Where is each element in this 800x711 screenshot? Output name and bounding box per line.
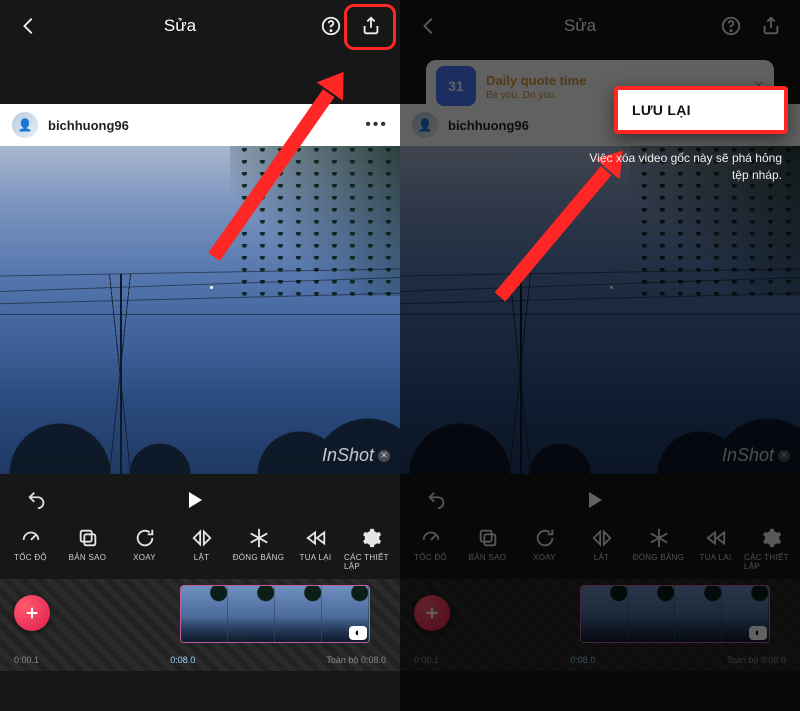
share-icon[interactable] <box>354 9 388 43</box>
screen-left: Sửa 👤 bichhuong96 ••• <box>0 0 400 711</box>
clip-handle-icon[interactable]: ◐ <box>349 626 367 640</box>
timeline[interactable]: ◐ 0:00.1 0:08.0 Toàn bộ 0:08.0 <box>400 579 800 671</box>
watermark[interactable]: InShot✕ <box>322 445 390 466</box>
help-icon[interactable] <box>314 9 348 43</box>
back-icon[interactable] <box>412 9 446 43</box>
video-preview[interactable]: InShot✕ <box>0 146 400 474</box>
editor-header: Sửa <box>0 0 400 52</box>
tool-speed[interactable]: TỐC ĐỘ <box>402 527 459 571</box>
avatar: 👤 <box>12 112 38 138</box>
save-popup[interactable]: LƯU LẠI <box>614 86 788 134</box>
tool-rotate[interactable]: XOAY <box>116 527 173 571</box>
banner-subtitle: Be you. Do you. <box>486 90 586 101</box>
playback-row <box>400 474 800 521</box>
watermark[interactable]: InShot✕ <box>722 445 790 466</box>
banner-title: Daily quote time <box>486 73 586 88</box>
undo-icon[interactable] <box>426 489 448 516</box>
page-title: Sửa <box>564 16 596 36</box>
timeline[interactable]: ◐ 0:00.1 0:08.0 Toàn bộ 0:08.0 <box>0 579 400 671</box>
tool-freeze[interactable]: ĐÓNG BĂNG <box>230 527 287 571</box>
playback-row <box>0 474 400 521</box>
add-clip-button[interactable] <box>414 595 450 631</box>
tool-copy[interactable]: BẢN SAO <box>459 527 516 571</box>
delete-warning: Việc xóa video gốc này sẽ phá hỏng tệp n… <box>582 150 782 184</box>
tool-rotate[interactable]: XOAY <box>516 527 573 571</box>
tool-settings[interactable]: CÁC THIẾT LẬP <box>344 527 400 571</box>
clip[interactable]: ◐ <box>580 585 770 643</box>
post-more-icon[interactable]: ••• <box>365 116 388 134</box>
username: bichhuong96 <box>48 118 129 133</box>
add-clip-button[interactable] <box>14 595 50 631</box>
tool-strip: TỐC ĐỘ BẢN SAO XOAY LẬT ĐÓNG BĂNG TUA LẠ… <box>400 521 800 573</box>
play-button[interactable] <box>582 488 606 517</box>
tool-freeze[interactable]: ĐÓNG BĂNG <box>630 527 687 571</box>
tool-flip[interactable]: LẬT <box>173 527 230 571</box>
clip[interactable]: ◐ <box>180 585 370 643</box>
back-icon[interactable] <box>12 9 46 43</box>
calendar-icon: 31 <box>436 66 476 106</box>
undo-icon[interactable] <box>26 489 48 516</box>
tool-speed[interactable]: TỐC ĐỘ <box>2 527 59 571</box>
close-watermark-icon[interactable]: ✕ <box>778 450 790 462</box>
tool-copy[interactable]: BẢN SAO <box>59 527 116 571</box>
page-title: Sửa <box>164 16 196 36</box>
help-icon[interactable] <box>714 9 748 43</box>
time-labels: 0:00.1 0:08.0 Toàn bộ 0:08.0 <box>0 655 400 665</box>
play-button[interactable] <box>182 488 206 517</box>
screen-right: Sửa 31 Daily quote time Be you. Do you. … <box>400 0 800 711</box>
video-preview[interactable]: InShot✕ <box>400 146 800 474</box>
share-icon[interactable] <box>754 9 788 43</box>
editor-header: Sửa <box>400 0 800 52</box>
tool-settings[interactable]: CÁC THIẾT LẬP <box>744 527 800 571</box>
tool-rewind[interactable]: TUA LẠI <box>287 527 344 571</box>
tool-rewind[interactable]: TUA LẠI <box>687 527 744 571</box>
avatar: 👤 <box>412 112 438 138</box>
preview-area: 👤 bichhuong96 ••• InShot✕ <box>0 104 400 474</box>
save-label: LƯU LẠI <box>632 102 770 118</box>
time-labels: 0:00.1 0:08.0 Toàn bộ 0:08.0 <box>400 655 800 665</box>
tool-flip[interactable]: LẬT <box>573 527 630 571</box>
post-header: 👤 bichhuong96 ••• <box>0 104 400 146</box>
clip-handle-icon[interactable]: ◐ <box>749 626 767 640</box>
username: bichhuong96 <box>448 118 529 133</box>
close-watermark-icon[interactable]: ✕ <box>378 450 390 462</box>
tool-strip: TỐC ĐỘ BẢN SAO XOAY LẬT ĐÓNG BĂNG TUA LẠ… <box>0 521 400 573</box>
